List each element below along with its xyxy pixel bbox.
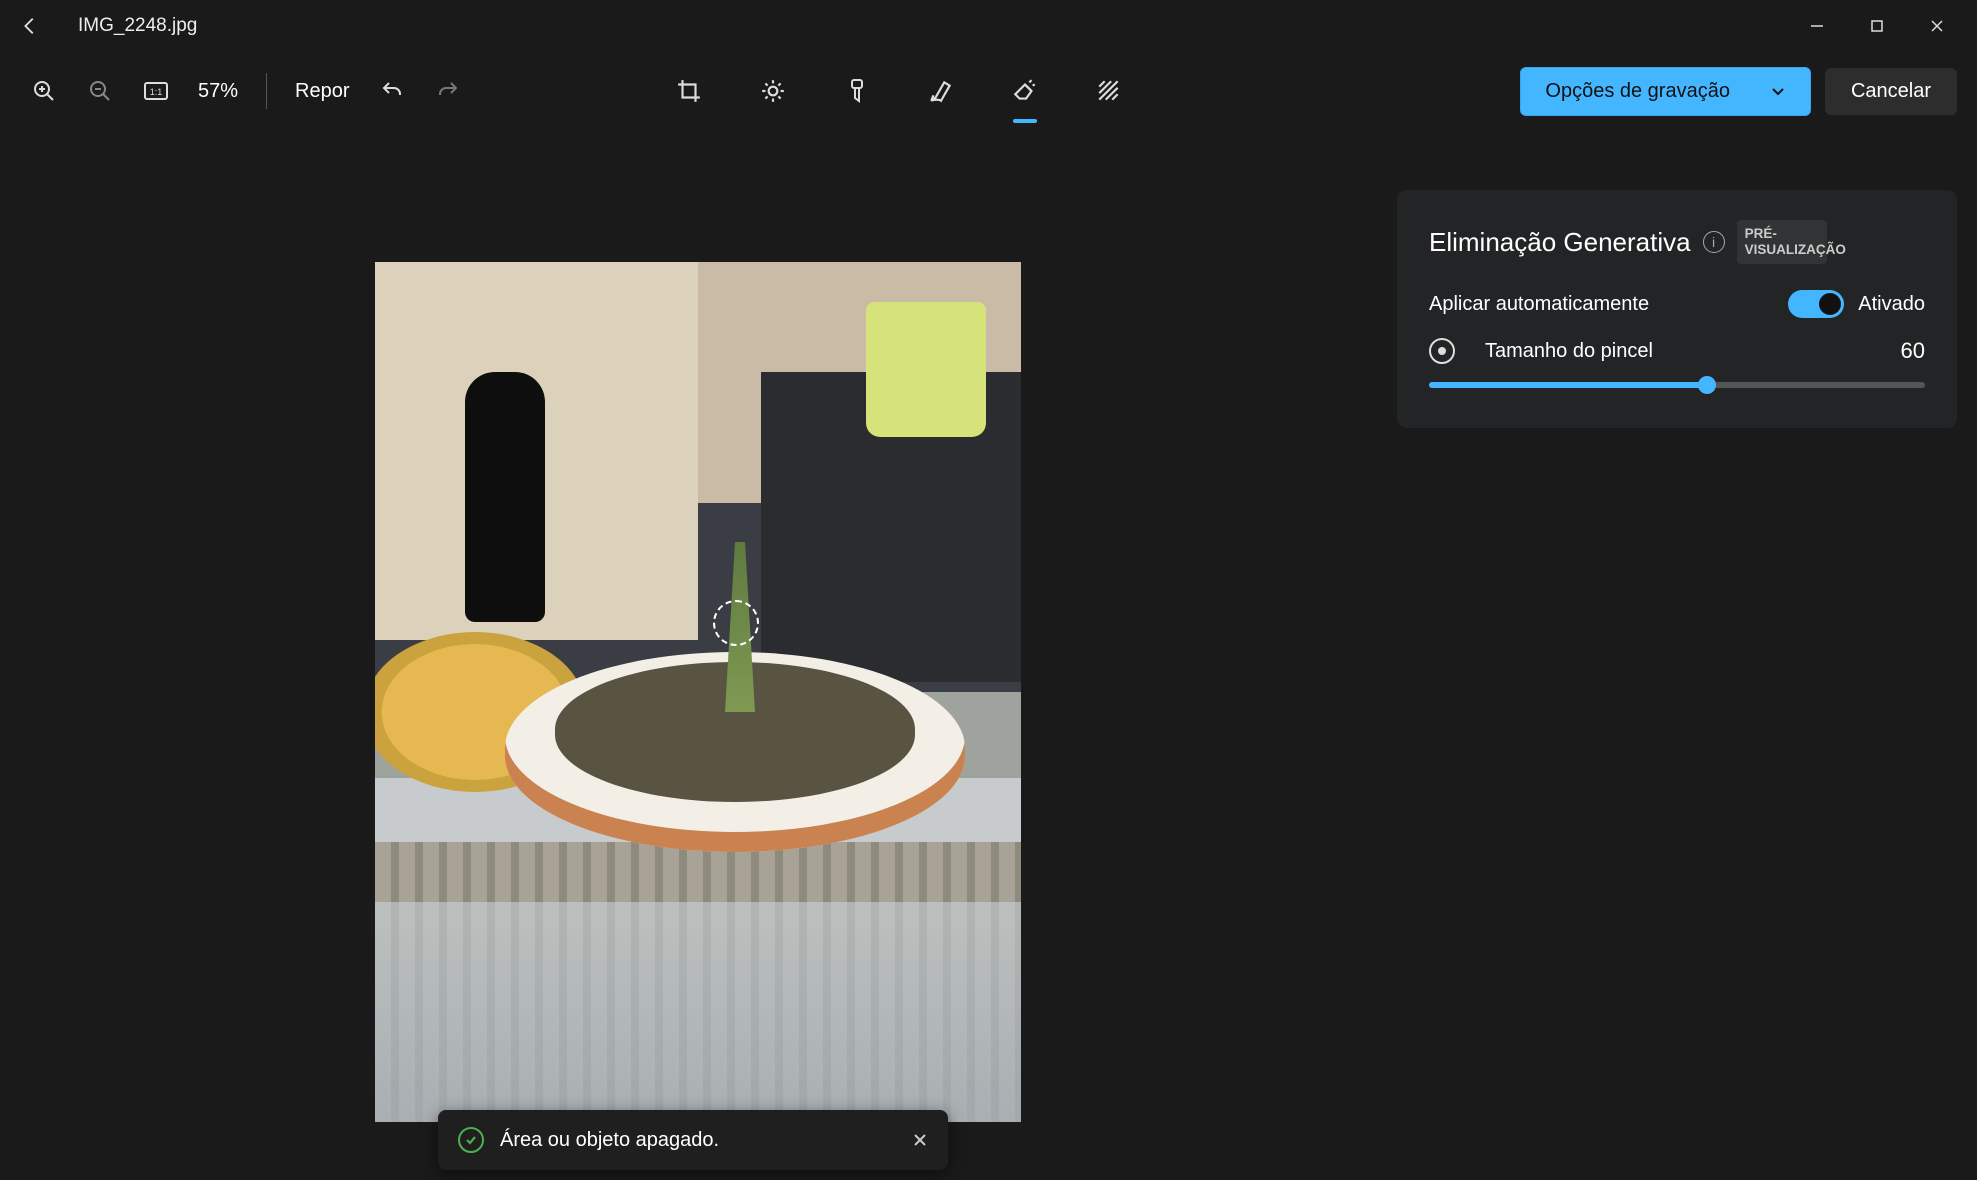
fit-to-screen-icon[interactable]: 1:1: [132, 67, 180, 115]
brush-target-icon: [1429, 338, 1455, 364]
side-panel: Eliminação Generativa i PRÉ-VISUALIZAÇÃO…: [1397, 190, 1957, 428]
toast-close-button[interactable]: [912, 1132, 928, 1148]
toast-notification: Área ou objeto apagado.: [438, 1110, 948, 1170]
svg-text:1:1: 1:1: [150, 87, 163, 97]
slider-thumb[interactable]: [1698, 376, 1716, 394]
undo-icon[interactable]: [368, 67, 416, 115]
success-icon: [458, 1127, 484, 1153]
maximize-button[interactable]: [1847, 6, 1907, 46]
filter-tool[interactable]: [833, 67, 881, 115]
brush-size-value: 60: [1901, 338, 1925, 364]
zoom-out-icon[interactable]: [76, 67, 124, 115]
minimize-button[interactable]: [1787, 6, 1847, 46]
cancel-button[interactable]: Cancelar: [1825, 68, 1957, 115]
zoom-percent[interactable]: 57%: [188, 80, 248, 103]
close-button[interactable]: [1907, 6, 1967, 46]
erase-tool[interactable]: [1001, 67, 1049, 115]
save-options-button[interactable]: Opções de gravação: [1520, 67, 1811, 116]
auto-apply-label: Aplicar automaticamente: [1429, 293, 1649, 316]
save-options-label: Opções de gravação: [1545, 80, 1730, 103]
toolbar: 1:1 57% Repor Opções: [0, 52, 1977, 130]
auto-apply-toggle[interactable]: [1788, 290, 1844, 318]
markup-tool[interactable]: [917, 67, 965, 115]
chevron-down-icon: [1770, 83, 1786, 99]
main-area: Área ou objeto apagado. Eliminação Gener…: [0, 130, 1977, 1180]
crop-tool[interactable]: [665, 67, 713, 115]
separator: [266, 73, 267, 109]
zoom-in-icon[interactable]: [20, 67, 68, 115]
edited-image[interactable]: [375, 262, 1021, 1122]
info-icon[interactable]: i: [1703, 231, 1725, 253]
brush-size-slider[interactable]: [1429, 382, 1925, 388]
background-tool[interactable]: [1085, 67, 1133, 115]
preview-badge: PRÉ-VISUALIZAÇÃO: [1737, 220, 1827, 264]
panel-title: Eliminação Generativa: [1429, 227, 1691, 258]
reset-button[interactable]: Repor: [285, 80, 359, 103]
brush-size-label: Tamanho do pincel: [1485, 339, 1653, 363]
redo-icon[interactable]: [424, 67, 472, 115]
file-name: IMG_2248.jpg: [78, 15, 197, 37]
adjust-tool[interactable]: [749, 67, 797, 115]
canvas-area[interactable]: Área ou objeto apagado.: [0, 130, 1397, 1180]
back-button[interactable]: [10, 6, 50, 46]
auto-apply-state: Ativado: [1858, 293, 1925, 316]
toast-message: Área ou objeto apagado.: [500, 1129, 719, 1152]
titlebar: IMG_2248.jpg: [0, 0, 1977, 52]
brush-cursor: [713, 600, 759, 646]
